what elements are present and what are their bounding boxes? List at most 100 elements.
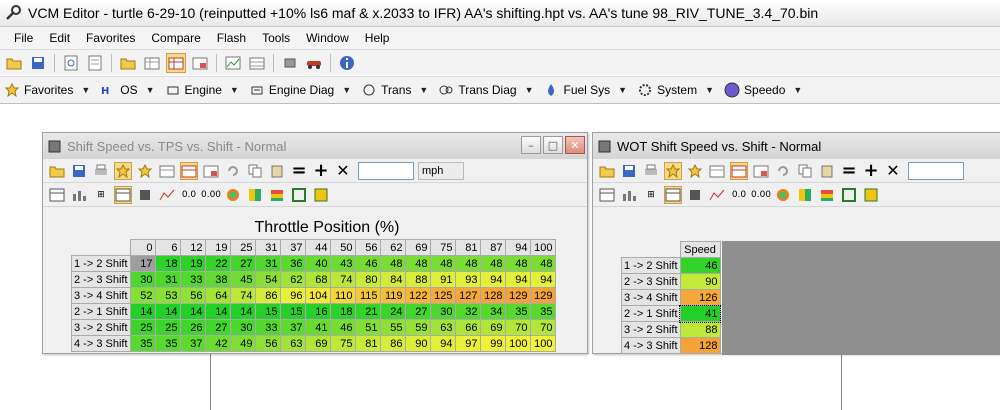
favorite-star-icon[interactable] [114, 161, 132, 180]
favorite-add-icon[interactable] [686, 162, 704, 180]
table-cell[interactable]: 129 [504, 287, 531, 304]
table-cell[interactable]: 128 [479, 287, 506, 304]
table-cell[interactable]: 115 [354, 287, 381, 304]
table-cell[interactable]: 48 [529, 255, 556, 272]
menu-flash[interactable]: Flash [209, 31, 254, 45]
table-cell[interactable]: 55 [379, 319, 406, 336]
table-cell[interactable]: 38 [204, 271, 231, 288]
table-cell[interactable]: 69 [479, 319, 506, 336]
table-cell[interactable]: 46 [354, 255, 381, 272]
table-cell[interactable]: 94 [479, 271, 506, 288]
table-cell[interactable]: 31 [254, 255, 281, 272]
value-input[interactable] [358, 161, 414, 180]
nav-speedo[interactable]: Speedo ▼ [724, 82, 802, 98]
table-active-icon[interactable] [114, 185, 132, 204]
table-cell[interactable]: 100 [529, 335, 556, 352]
minimize-button[interactable]: – [521, 136, 541, 154]
print-icon[interactable] [92, 162, 110, 180]
favorite-star-icon[interactable] [664, 161, 682, 180]
table-cell[interactable]: 84 [379, 271, 406, 288]
table-cell[interactable]: 74 [329, 271, 356, 288]
table-cell[interactable]: 53 [154, 287, 181, 304]
table-cell[interactable]: 22 [204, 255, 231, 272]
plus-icon[interactable]: + [862, 160, 880, 181]
table-cell[interactable]: 33 [179, 271, 206, 288]
table-cell[interactable]: 42 [204, 335, 231, 352]
color-map-icon[interactable] [224, 186, 242, 204]
table-cell[interactable]: 48 [454, 255, 481, 272]
multiply-icon[interactable]: ✕ [334, 161, 352, 180]
equals-icon[interactable]: = [840, 160, 858, 181]
table-3d-icon[interactable] [158, 162, 176, 180]
chip-icon[interactable] [280, 53, 300, 73]
table-cell[interactable]: 63 [429, 319, 456, 336]
copy-icon[interactable] [796, 162, 814, 180]
nav-trans-diag[interactable]: Trans Diag ▼ [438, 82, 533, 98]
save-icon[interactable] [28, 53, 48, 73]
open-folder-icon[interactable] [4, 53, 24, 73]
table-cell[interactable]: 19 [179, 255, 206, 272]
table-view-icon[interactable] [598, 186, 616, 204]
table-cell[interactable]: 94 [529, 271, 556, 288]
paste-icon[interactable] [268, 162, 286, 180]
table-cell[interactable]: 66 [454, 319, 481, 336]
table-cell[interactable]: 94 [504, 271, 531, 288]
table-cell[interactable]: 88 [679, 321, 721, 338]
wot-shift-speed-window[interactable]: WOT Shift Speed vs. Shift - Normal = + ✕… [592, 132, 1000, 355]
table-cell[interactable]: 46 [679, 257, 721, 274]
table-cell[interactable]: 96 [279, 287, 306, 304]
table-view-icon[interactable] [48, 186, 66, 204]
equals-icon[interactable]: = [290, 160, 308, 181]
histogram-icon[interactable] [620, 186, 638, 204]
table-cell[interactable]: 14 [229, 303, 256, 320]
nav-system[interactable]: System ▼ [637, 82, 714, 98]
table-cell[interactable]: 37 [179, 335, 206, 352]
table-cell[interactable]: 48 [379, 255, 406, 272]
table-cell[interactable]: 27 [204, 319, 231, 336]
table-cell[interactable]: 40 [304, 255, 331, 272]
copy-icon[interactable] [246, 162, 264, 180]
table-cell[interactable]: 54 [254, 271, 281, 288]
menu-tools[interactable]: Tools [254, 31, 298, 45]
table-cell[interactable]: 126 [679, 289, 721, 306]
nav-os[interactable]: H OS ▼ [100, 82, 154, 98]
nav-fuel-sys[interactable]: Fuel Sys ▼ [543, 82, 627, 98]
car-icon[interactable] [304, 53, 324, 73]
cube-icon[interactable] [136, 186, 154, 204]
table-cell[interactable]: 15 [254, 303, 281, 320]
window2-titlebar[interactable]: WOT Shift Speed vs. Shift - Normal [593, 133, 1000, 159]
nav-favorites[interactable]: Favorites ▼ [4, 82, 90, 98]
table-cell[interactable]: 27 [404, 303, 431, 320]
color-map-icon[interactable] [774, 186, 792, 204]
table-cell[interactable]: 18 [154, 255, 181, 272]
table-cell[interactable]: 46 [329, 319, 356, 336]
table-list-icon[interactable] [247, 53, 267, 73]
table-cell[interactable]: 129 [529, 287, 556, 304]
save-icon[interactable] [620, 162, 638, 180]
wot-shift-table[interactable]: Speed 1 -> 2 Shift 46 2 -> 3 Shift 90 3 -> 4 … [621, 241, 722, 354]
table-cell[interactable]: 86 [379, 335, 406, 352]
undo-icon[interactable] [774, 162, 792, 180]
select-cells-icon[interactable] [840, 186, 858, 204]
table-cell[interactable]: 15 [279, 303, 306, 320]
nav-trans[interactable]: Trans ▼ [361, 82, 428, 98]
table-cell[interactable]: 90 [404, 335, 431, 352]
cube-icon[interactable] [686, 186, 704, 204]
table-cell[interactable]: 14 [204, 303, 231, 320]
table-cell[interactable]: 25 [154, 319, 181, 336]
open-folder-icon[interactable] [598, 162, 616, 180]
table-cell[interactable]: 56 [179, 287, 206, 304]
nav-engine[interactable]: Engine ▼ [165, 82, 239, 98]
table-cell[interactable]: 75 [329, 335, 356, 352]
table-cell[interactable]: 35 [129, 335, 156, 352]
table-cell[interactable]: 128 [679, 337, 721, 354]
table-cell[interactable]: 63 [279, 335, 306, 352]
table-cell[interactable]: 110 [329, 287, 356, 304]
table-cell[interactable]: 21 [354, 303, 381, 320]
table-cell[interactable]: 34 [479, 303, 506, 320]
menu-compare[interactable]: Compare [143, 31, 208, 45]
table-cell[interactable]: 99 [479, 335, 506, 352]
table-cell[interactable]: 51 [354, 319, 381, 336]
document-icon[interactable] [85, 53, 105, 73]
table-cell[interactable]: 35 [154, 335, 181, 352]
